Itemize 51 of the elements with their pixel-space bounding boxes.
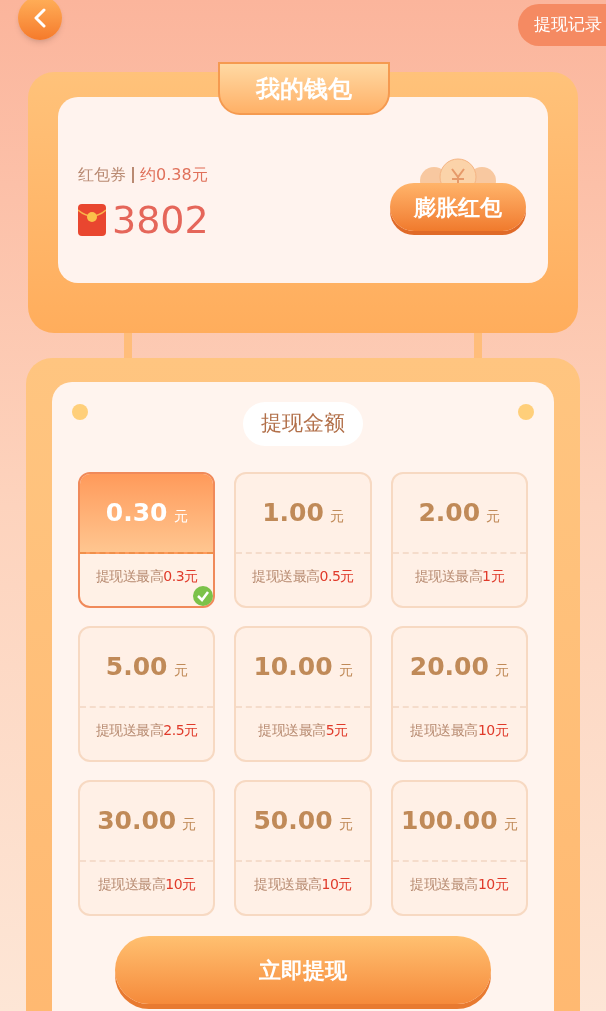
coupon-amount: 3802	[112, 201, 209, 239]
bonus-text: 提现送最高0.5元	[252, 566, 354, 586]
post	[474, 333, 482, 358]
bonus-text: 提现送最高10元	[254, 874, 352, 894]
amount-unit: 元	[329, 506, 344, 526]
amount-option[interactable]: 5.00 元 提现送最高2.5元	[78, 626, 216, 762]
approx-value: 约0.38元	[140, 164, 208, 186]
amount-option[interactable]: 20.00 元 提现送最高10元	[390, 626, 528, 762]
amount-unit: 元	[173, 660, 188, 680]
amount-option[interactable]: 0.30 元 提现送最高0.3元	[78, 472, 216, 608]
amount-value: 2.00	[418, 497, 481, 530]
check-icon	[193, 586, 214, 606]
divider-bar	[132, 167, 134, 183]
amount-unit: 元	[338, 660, 353, 680]
post	[124, 333, 132, 358]
amount-option[interactable]: 100.00 元 提现送最高10元	[390, 780, 528, 916]
coupon-label: 红包券	[78, 164, 126, 186]
wallet-title: 我的钱包	[218, 62, 390, 115]
amount-unit: 元	[486, 506, 501, 526]
back-button[interactable]	[18, 0, 62, 40]
bonus-text: 提现送最高5元	[258, 720, 348, 740]
back-icon	[33, 8, 47, 28]
amount-value: 20.00	[409, 651, 489, 684]
amount-value: 30.00	[97, 805, 177, 838]
amount-unit: 元	[182, 814, 197, 834]
dot-decoration	[518, 404, 534, 420]
amount-value: 10.00	[253, 651, 333, 684]
envelope-icon	[78, 204, 106, 236]
bonus-text: 提现送最高10元	[410, 874, 509, 894]
amount-value: 50.00	[253, 805, 333, 838]
withdraw-record-button[interactable]: 提现记录	[518, 4, 606, 46]
bonus-text: 提现送最高10元	[410, 720, 509, 740]
amount-option[interactable]: 50.00 元 提现送最高10元	[234, 780, 372, 916]
amount-option[interactable]: 2.00 元 提现送最高1元	[390, 472, 528, 608]
amount-unit: 元	[494, 660, 509, 680]
bonus-text: 提现送最高1元	[414, 566, 505, 586]
amount-value: 5.00	[105, 651, 168, 684]
amount-unit: 元	[173, 506, 188, 526]
amount-unit: 元	[503, 814, 518, 834]
bonus-text: 提现送最高0.3元	[95, 566, 198, 586]
amount-unit: 元	[338, 814, 353, 834]
amount-value: 1.00	[262, 497, 324, 530]
bonus-text: 提现送最高2.5元	[95, 720, 198, 740]
withdraw-amount-title: 提现金额	[243, 402, 363, 446]
bonus-text: 提现送最高10元	[97, 874, 196, 894]
amount-option[interactable]: 10.00 元 提现送最高5元	[234, 626, 372, 762]
amount-value: 0.30	[105, 497, 168, 530]
amount-value: 100.00	[401, 805, 498, 838]
amount-option[interactable]: 1.00 元 提现送最高0.5元	[234, 472, 372, 608]
dot-decoration	[72, 404, 88, 420]
amount-option[interactable]: 30.00 元 提现送最高10元	[78, 780, 216, 916]
